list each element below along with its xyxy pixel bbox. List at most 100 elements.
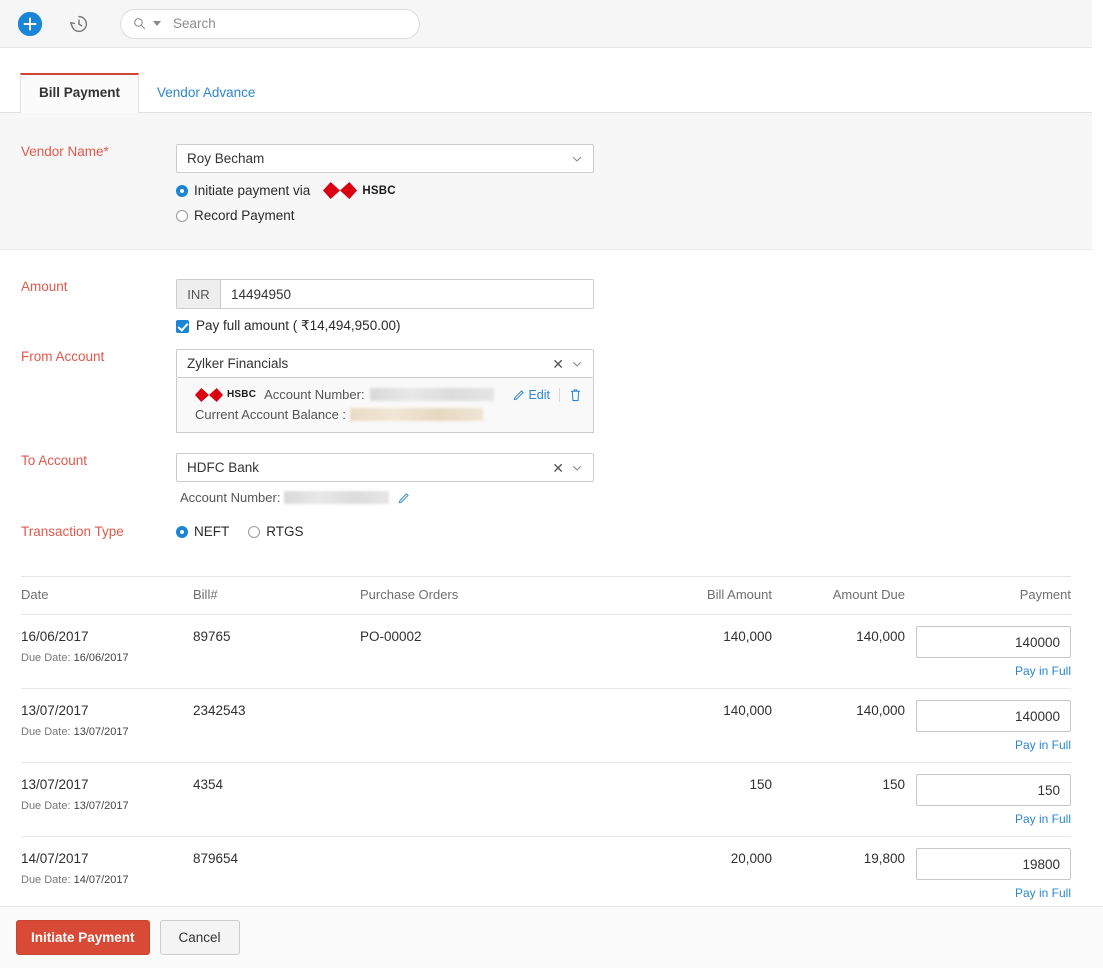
payment-input[interactable] <box>916 848 1071 880</box>
radio-record-payment[interactable] <box>176 210 188 222</box>
to-account-number-label: Account Number: <box>180 490 280 505</box>
cancel-button[interactable]: Cancel <box>160 920 240 955</box>
table-row: 14/07/2017Due Date: 14/07/201787965420,0… <box>21 837 1071 911</box>
history-clock-icon[interactable] <box>68 13 90 35</box>
to-account-label: To Account <box>0 453 176 468</box>
vendor-name-label: Vendor Name* <box>0 144 176 159</box>
cell-amount-due: 150 <box>772 763 905 837</box>
tab-vendor-advance[interactable]: Vendor Advance <box>139 75 273 112</box>
bill-due-date: Due Date: 14/07/2017 <box>21 874 193 886</box>
payment-input[interactable] <box>916 774 1071 806</box>
cell-bill-amount: 140,000 <box>625 689 772 763</box>
radio-initiate-payment[interactable] <box>176 185 188 197</box>
from-account-value: Zylker Financials <box>187 356 552 371</box>
cell-bill-amount: 20,000 <box>625 837 772 911</box>
to-account-close-x-icon[interactable]: ✕ <box>552 461 564 475</box>
hsbc-wordmark: HSBC <box>227 389 256 400</box>
plus-circle-icon[interactable] <box>18 12 42 36</box>
payment-input[interactable] <box>916 626 1071 658</box>
vendor-name-value: Roy Becham <box>187 151 571 166</box>
radio-rtgs[interactable] <box>248 526 260 538</box>
from-account-close-x-icon[interactable]: ✕ <box>552 357 564 371</box>
cell-date: 13/07/2017Due Date: 13/07/2017 <box>21 763 193 837</box>
initiate-payment-button[interactable]: Initiate Payment <box>16 920 150 955</box>
to-account-row: To Account HDFC Bank ✕ Account Number: <box>0 453 594 505</box>
radio-neft[interactable] <box>176 526 188 538</box>
transaction-type-neft-label: NEFT <box>194 524 229 539</box>
to-account-value: HDFC Bank <box>187 460 552 475</box>
bills-table-header: Date Bill# Purchase Orders Bill Amount A… <box>21 577 1071 615</box>
cell-purchase-orders <box>360 837 625 911</box>
vendor-name-select[interactable]: Roy Becham <box>176 144 594 173</box>
from-account-edit-label: Edit <box>528 388 550 402</box>
from-account-balance-label: Current Account Balance : <box>195 407 346 422</box>
pay-in-full-link[interactable]: Pay in Full <box>905 886 1071 900</box>
from-account-edit-button[interactable]: Edit <box>513 388 550 402</box>
from-account-label: From Account <box>0 349 176 364</box>
tab-bill-payment[interactable]: Bill Payment <box>20 73 139 113</box>
from-account-select[interactable]: Zylker Financials ✕ <box>176 349 594 378</box>
bill-date: 13/07/2017 <box>21 703 193 718</box>
pay-in-full-link[interactable]: Pay in Full <box>905 664 1071 678</box>
cell-purchase-orders <box>360 689 625 763</box>
amount-input[interactable] <box>221 280 593 308</box>
record-payment-label: Record Payment <box>194 208 295 223</box>
pay-in-full-link[interactable]: Pay in Full <box>905 812 1071 826</box>
chevron-down-icon <box>571 358 583 370</box>
cell-payment: Pay in Full <box>905 689 1071 763</box>
from-account-details-panel: HSBC Account Number: Edit <box>176 378 594 433</box>
hsbc-wordmark: HSBC <box>362 185 395 197</box>
column-header-bill-amount: Bill Amount <box>625 577 772 615</box>
action-bar: Initiate Payment Cancel <box>0 906 1103 968</box>
transaction-type-rtgs-option[interactable]: RTGS <box>248 524 303 539</box>
pay-full-amount-checkbox[interactable] <box>176 320 189 333</box>
hsbc-hexagon-icon <box>323 182 357 199</box>
payment-input[interactable] <box>916 700 1071 732</box>
cell-amount-due: 140,000 <box>772 689 905 763</box>
bill-due-date: Due Date: 13/07/2017 <box>21 726 193 738</box>
table-header-row: Date Bill# Purchase Orders Bill Amount A… <box>21 577 1071 615</box>
cell-bill-number: 4354 <box>193 763 360 837</box>
column-header-amount-due: Amount Due <box>772 577 905 615</box>
cell-bill-number: 879654 <box>193 837 360 911</box>
column-header-payment: Payment <box>905 577 1071 615</box>
table-row: 13/07/2017Due Date: 13/07/20174354 150150… <box>21 763 1071 837</box>
cell-payment: Pay in Full <box>905 837 1071 911</box>
pay-in-full-link[interactable]: Pay in Full <box>905 738 1071 752</box>
amount-row: Amount INR Pay full amount ( ₹14,494,950… <box>0 279 594 334</box>
column-header-bill-number: Bill# <box>193 577 360 615</box>
hsbc-logo: HSBC <box>323 182 395 199</box>
pencil-icon[interactable] <box>398 492 410 504</box>
cell-amount-due: 140,000 <box>772 615 905 689</box>
trash-icon[interactable] <box>569 388 582 402</box>
transaction-type-label: Transaction Type <box>0 524 176 539</box>
vendor-name-row: Vendor Name* Roy Becham Initiate payment… <box>0 144 594 223</box>
cell-payment: Pay in Full <box>905 763 1071 837</box>
column-header-date: Date <box>21 577 193 615</box>
hsbc-hexagon-icon <box>195 388 223 402</box>
top-bar <box>0 0 1092 48</box>
amount-field-group: INR <box>176 279 594 309</box>
to-account-select[interactable]: HDFC Bank ✕ <box>176 453 594 482</box>
divider <box>559 388 560 402</box>
to-account-number-masked-value <box>284 491 389 504</box>
chevron-down-icon <box>571 462 583 474</box>
bill-due-date: Due Date: 16/06/2017 <box>21 652 193 664</box>
transaction-type-neft-option[interactable]: NEFT <box>176 524 229 539</box>
chevron-down-icon <box>571 153 583 165</box>
pay-full-amount-option[interactable]: Pay full amount ( ₹14,494,950.00) <box>176 318 594 334</box>
cell-bill-amount: 140,000 <box>625 615 772 689</box>
from-account-row: From Account Zylker Financials ✕ <box>0 349 594 433</box>
tab-vendor-advance-label: Vendor Advance <box>157 85 255 100</box>
payment-mode-initiate-option[interactable]: Initiate payment via HSBC <box>176 182 594 199</box>
cell-purchase-orders <box>360 763 625 837</box>
payment-mode-record-option[interactable]: Record Payment <box>176 208 594 223</box>
from-account-number-label: Account Number: <box>264 387 364 402</box>
search-input[interactable] <box>173 16 407 31</box>
cell-amount-due: 19,800 <box>772 837 905 911</box>
cell-bill-amount: 150 <box>625 763 772 837</box>
search-box[interactable] <box>120 9 420 39</box>
cell-purchase-orders: PO-00002 <box>360 615 625 689</box>
table-row: 16/06/2017Due Date: 16/06/201789765PO-00… <box>21 615 1071 689</box>
search-scope-chevron-down-icon[interactable] <box>153 21 161 26</box>
